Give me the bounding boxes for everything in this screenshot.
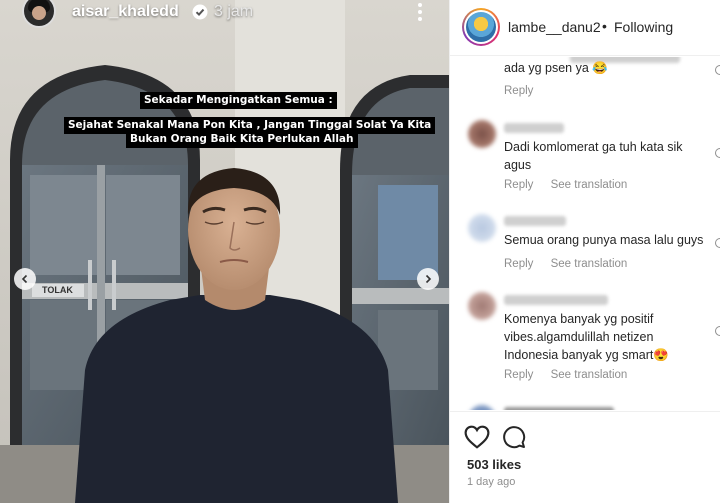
next-button[interactable]: [417, 268, 439, 290]
comment-actions: Reply See translation: [504, 369, 641, 381]
caption-line-3: Bukan Orang Baik Kita Perlukan Allah: [126, 131, 358, 148]
door-sign: TOLAK: [42, 285, 73, 295]
commenter-avatar[interactable]: [468, 214, 496, 242]
post-author-username[interactable]: lambe__danu2: [508, 19, 601, 35]
header-separator: •: [602, 18, 607, 34]
previous-button[interactable]: [14, 268, 36, 290]
comment-like-icon[interactable]: [715, 65, 720, 75]
commenter-avatar[interactable]: [468, 292, 496, 320]
post-media[interactable]: TOLAK aisar_khaledd 3 jam Sekadar Mengin…: [0, 0, 449, 503]
like-count[interactable]: 503 likes: [467, 457, 521, 472]
comment-like-icon[interactable]: [715, 326, 720, 336]
commenter-avatar[interactable]: [468, 405, 496, 410]
commenter-name[interactable]: [504, 216, 566, 226]
comment-text: ada yg psen ya 😂: [504, 61, 608, 75]
comment-text: Dadi komlomerat ga tuh kata sik agus: [504, 140, 683, 172]
verified-badge-icon: [192, 4, 208, 20]
more-options-icon[interactable]: [414, 0, 426, 22]
comment-actions: Reply See translation: [504, 179, 641, 191]
story-username[interactable]: aisar_khaledd: [72, 3, 179, 21]
comment-actions: Reply: [504, 85, 547, 97]
see-translation-link[interactable]: See translation: [551, 369, 628, 381]
comment-list[interactable]: ada yg psen ya 😂 Reply Dadi komlomerat g…: [450, 57, 720, 410]
following-button[interactable]: Following: [614, 19, 673, 35]
reply-link[interactable]: Reply: [504, 179, 533, 191]
comment-like-icon[interactable]: [715, 148, 720, 158]
chevron-right-icon: [425, 274, 432, 284]
commenter-avatar[interactable]: [468, 120, 496, 148]
reply-link[interactable]: Reply: [504, 369, 533, 381]
instagram-post-view: TOLAK aisar_khaledd 3 jam Sekadar Mengin…: [0, 0, 720, 503]
comment-icon[interactable]: [502, 425, 526, 449]
commenter-name[interactable]: [504, 407, 614, 410]
video-frame: [0, 0, 449, 503]
reply-link[interactable]: Reply: [504, 258, 533, 270]
comment-text: Komenya banyak yg positif vibes.algamdul…: [504, 312, 669, 362]
heart-icon[interactable]: [464, 425, 490, 449]
see-translation-link[interactable]: See translation: [551, 258, 628, 270]
see-translation-link[interactable]: See translation: [551, 179, 628, 191]
commenter-name[interactable]: [504, 123, 564, 133]
post-actions-bar: 503 likes 1 day ago: [450, 411, 720, 503]
comment-like-icon[interactable]: [715, 238, 720, 248]
chevron-left-icon: [21, 274, 28, 284]
comment-actions: Reply See translation: [504, 258, 641, 270]
reply-link[interactable]: Reply: [504, 85, 533, 97]
story-time: 3 jam: [214, 3, 254, 20]
comment-text: Semua orang punya masa lalu guys: [504, 233, 704, 247]
post-author-avatar[interactable]: [462, 8, 500, 46]
caption-line-1: Sekadar Mengingatkan Semua :: [140, 92, 337, 109]
post-header: lambe__danu2 • Following: [450, 0, 720, 56]
commenter-name[interactable]: [504, 295, 608, 305]
post-side-panel: lambe__danu2 • Following ada yg psen ya …: [449, 0, 720, 503]
post-timestamp[interactable]: 1 day ago: [467, 476, 515, 488]
